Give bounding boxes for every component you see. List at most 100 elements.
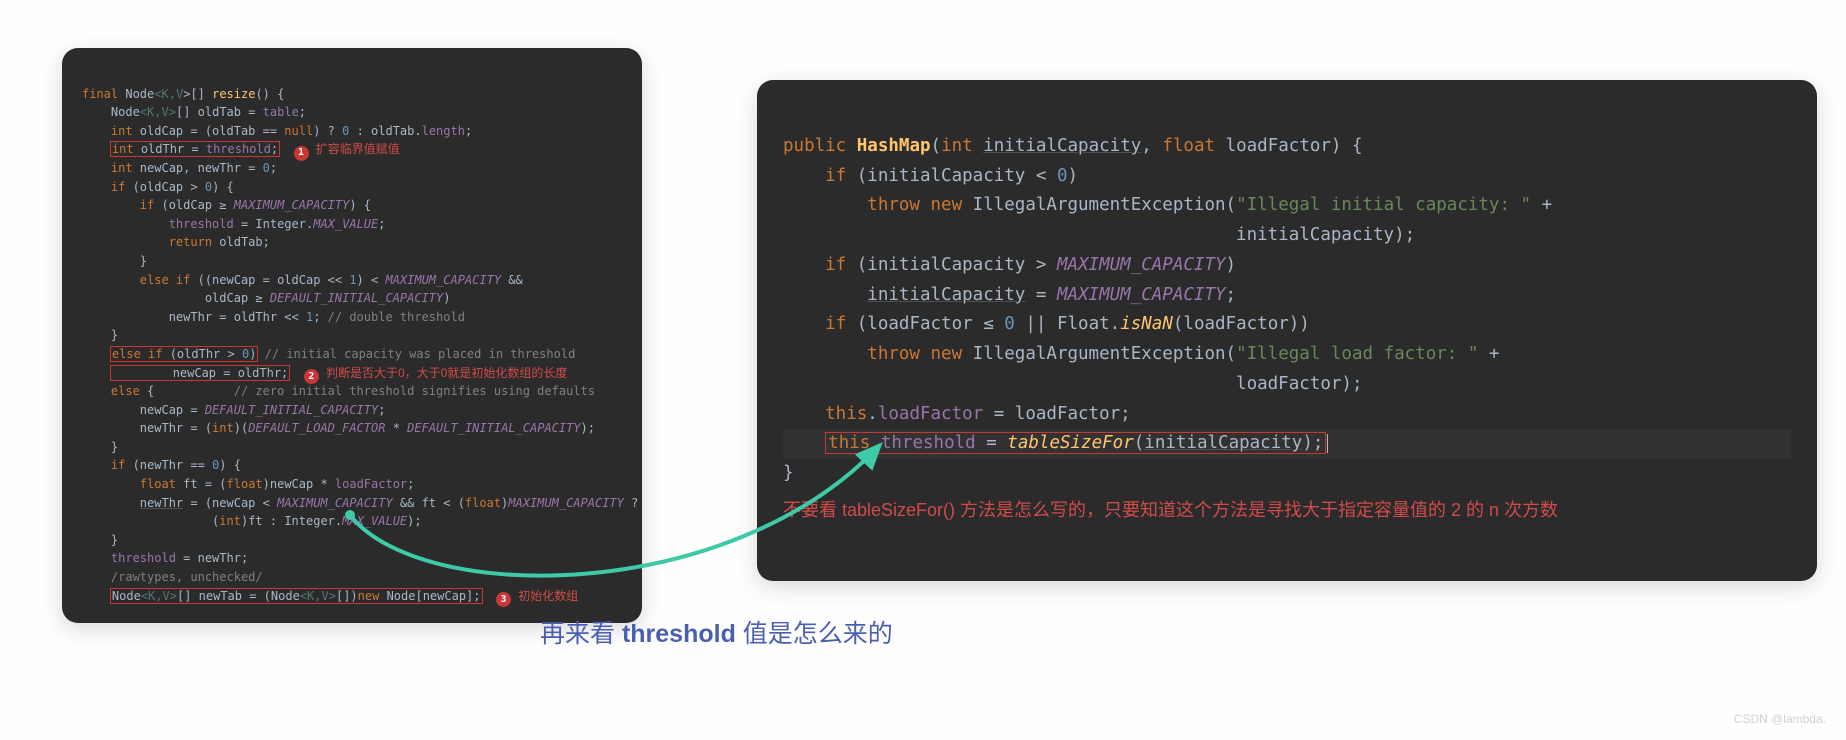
t: = bbox=[1025, 285, 1057, 305]
annotation-2: 判断是否大于0，大于0就是初始化数组的长度 bbox=[326, 366, 567, 380]
t: loadFactor bbox=[878, 404, 983, 424]
t: && ft < ( bbox=[393, 496, 465, 510]
t: newCap, newThr = bbox=[140, 161, 263, 175]
caption-text: 再来看 threshold 值是怎么来的 bbox=[540, 614, 893, 650]
t: ; bbox=[271, 142, 278, 156]
t: loadFactor bbox=[335, 477, 407, 491]
t: = newThr; bbox=[176, 551, 248, 565]
t: ) { bbox=[349, 198, 371, 212]
t: >[] bbox=[183, 87, 212, 101]
t: ( bbox=[1134, 433, 1145, 453]
t: } bbox=[82, 328, 118, 342]
t: > bbox=[329, 589, 336, 603]
t: K bbox=[161, 87, 168, 101]
t: ? bbox=[624, 496, 638, 510]
t: (oldCap > bbox=[133, 180, 205, 194]
t bbox=[82, 589, 111, 603]
t: ; bbox=[465, 124, 472, 138]
t: = loadFactor; bbox=[983, 404, 1131, 424]
t: 0 bbox=[263, 161, 270, 175]
t: 再来看 bbox=[540, 620, 622, 648]
t: Node bbox=[118, 87, 154, 101]
t: throw new bbox=[783, 195, 973, 215]
t: = (newCap < bbox=[183, 496, 277, 510]
t: int bbox=[219, 514, 241, 528]
t: )newCap * bbox=[263, 477, 335, 491]
right-code-panel: public HashMap(int initialCapacity, floa… bbox=[757, 80, 1817, 581]
t: oldCap ≥ bbox=[82, 291, 270, 305]
t: this bbox=[783, 404, 867, 424]
t: + bbox=[1478, 344, 1499, 364]
t: MAXIMUM_CAPACITY bbox=[385, 273, 501, 287]
t: ) bbox=[249, 347, 256, 361]
t bbox=[783, 433, 825, 453]
t: // zero initial threshold signifies usin… bbox=[154, 384, 595, 398]
t: newCap = oldThr; bbox=[115, 366, 288, 380]
t: ) { bbox=[212, 180, 234, 194]
t: , bbox=[314, 589, 321, 603]
redbox-right: this.threshold = tableSizeFor(initialCap… bbox=[825, 432, 1326, 454]
t: ) < bbox=[357, 273, 386, 287]
t: newThr = ( bbox=[82, 421, 212, 435]
left-code-panel: final Node<K,V>[] resize() { Node<K,V>[]… bbox=[62, 48, 642, 623]
t: ) bbox=[1226, 255, 1237, 275]
t: if bbox=[783, 166, 857, 186]
t: . bbox=[867, 404, 878, 424]
t: < bbox=[141, 589, 148, 603]
t: HashMap bbox=[857, 136, 931, 156]
t: IllegalArgumentException( bbox=[973, 195, 1236, 215]
t: Node bbox=[82, 105, 140, 119]
t: if bbox=[82, 180, 133, 194]
t: ) bbox=[443, 291, 450, 305]
redbox-2: else if (oldThr > 0) bbox=[111, 347, 258, 361]
t: MAX_VALUE bbox=[313, 217, 378, 231]
t: , bbox=[1141, 136, 1162, 156]
t: MAXIMUM_CAPACITY bbox=[277, 496, 393, 510]
t: && bbox=[501, 273, 523, 287]
t: V bbox=[162, 105, 169, 119]
t: threshold bbox=[622, 620, 736, 648]
t: , bbox=[169, 87, 176, 101]
t: (loadFactor)) bbox=[1173, 314, 1310, 334]
t bbox=[82, 570, 111, 584]
t: threshold bbox=[206, 142, 271, 156]
t: } bbox=[82, 533, 118, 547]
redbox-1: int oldThr = threshold; bbox=[111, 142, 279, 156]
text-cursor-icon bbox=[1327, 434, 1328, 453]
t bbox=[82, 142, 111, 156]
t: Node bbox=[112, 589, 141, 603]
t: if bbox=[82, 198, 161, 212]
t: * bbox=[385, 421, 407, 435]
t: throw new bbox=[783, 344, 973, 364]
t: Node[newCap]; bbox=[387, 589, 481, 603]
t: 0 bbox=[205, 180, 212, 194]
t: ; bbox=[270, 161, 277, 175]
t: (oldThr > bbox=[170, 347, 242, 361]
t: initialCapacity bbox=[867, 285, 1025, 305]
t: newThr = oldThr << bbox=[82, 310, 306, 324]
t: else if bbox=[82, 273, 198, 287]
t: } bbox=[82, 440, 118, 454]
t: V bbox=[322, 589, 329, 603]
t: ); bbox=[581, 421, 595, 435]
t: if bbox=[82, 458, 133, 472]
t: "Illegal load factor: " bbox=[1236, 344, 1478, 364]
t: < bbox=[300, 589, 307, 603]
t: "Illegal initial capacity: " bbox=[1236, 195, 1531, 215]
annotation-3: 初始化数组 bbox=[518, 589, 578, 603]
t: (newThr == bbox=[133, 458, 212, 472]
t: [] oldTab = bbox=[176, 105, 263, 119]
t: MAX_VALUE bbox=[342, 514, 407, 528]
t: DEFAULT_INITIAL_CAPACITY bbox=[270, 291, 443, 305]
t: || Float. bbox=[1015, 314, 1120, 334]
t: initialCapacity); bbox=[783, 225, 1415, 245]
t: IllegalArgumentException( bbox=[973, 344, 1236, 364]
t: return bbox=[82, 235, 219, 249]
t: 0 bbox=[1004, 314, 1015, 334]
t: = bbox=[976, 433, 1008, 453]
t: ; bbox=[378, 217, 385, 231]
t: this bbox=[828, 433, 870, 453]
t: initialCapacity bbox=[1144, 433, 1302, 453]
t: MAXIMUM_CAPACITY bbox=[234, 198, 350, 212]
t: float bbox=[227, 477, 263, 491]
